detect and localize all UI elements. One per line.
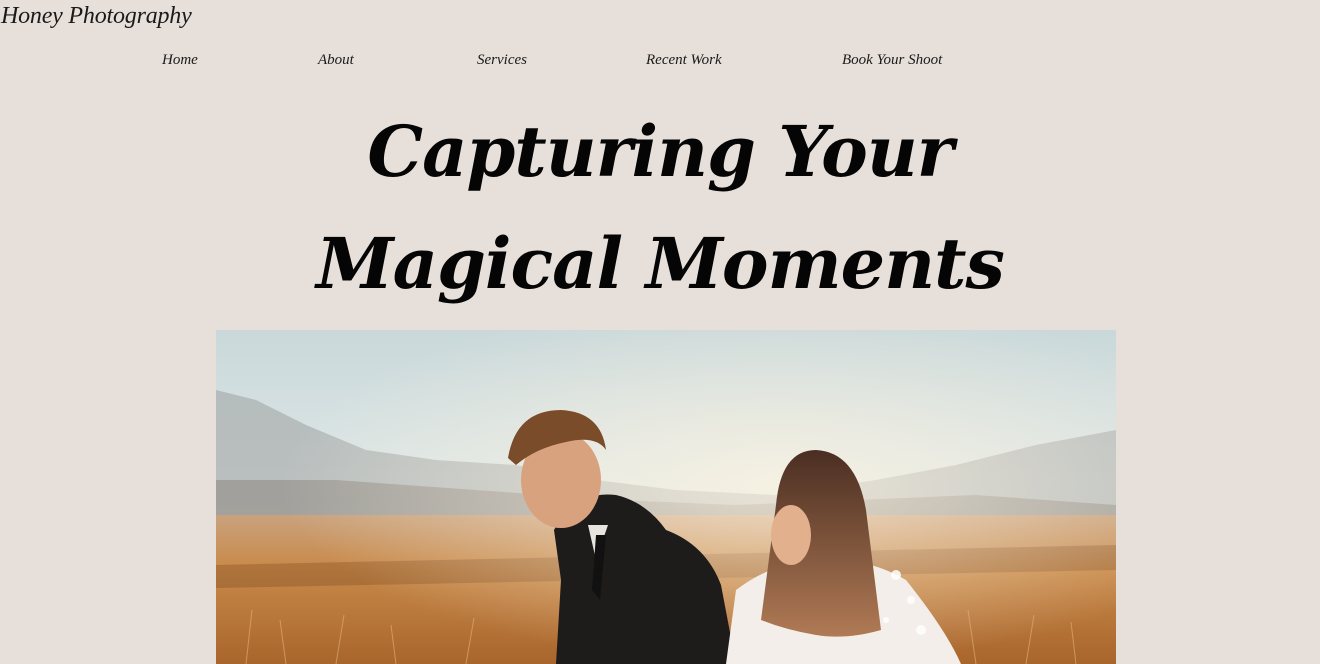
nav-item-recent-work[interactable]: Recent Work [646,48,722,72]
nav-item-services[interactable]: Services [477,48,527,72]
brand-logo[interactable]: Honey Photography [1,0,192,32]
nav-item-home[interactable]: Home [162,48,198,72]
hero-photo [216,330,1116,664]
nav-item-book-your-shoot[interactable]: Book Your Shoot [842,48,942,72]
couple-in-field-image [216,330,1116,664]
hero-title-line-2: Magical Moments [316,222,1005,305]
hero-title-line-1: Capturing Your [367,110,953,193]
nav-item-about[interactable]: About [318,48,354,72]
hero-title: Capturing Your Magical Moments [0,96,1320,320]
main-nav: Home About Services Recent Work Book You… [0,48,1320,72]
